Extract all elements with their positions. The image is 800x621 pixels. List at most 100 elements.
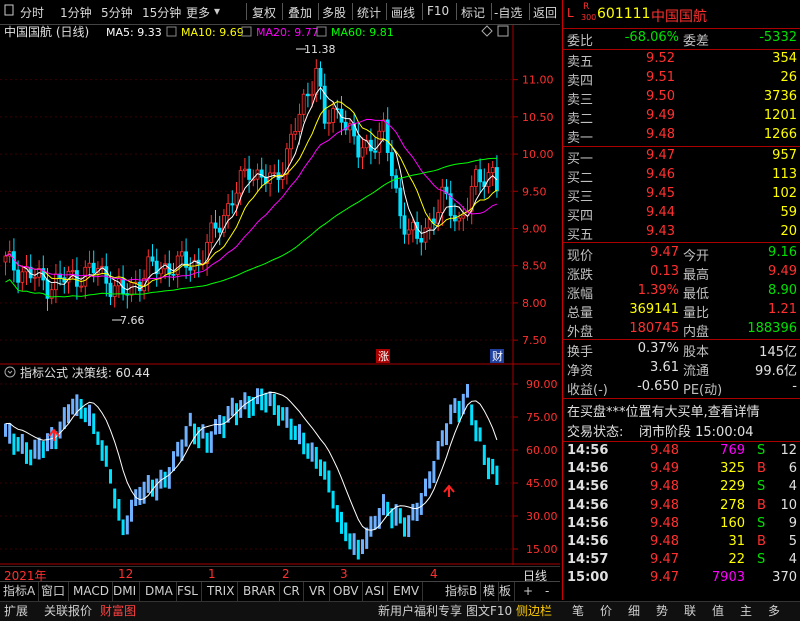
tick-row[interactable]: 14:56 9.49 325 B 6 [563, 461, 800, 479]
quote-stat-row[interactable]: 外盘 180745 内盘 188396 [563, 321, 800, 340]
ask-level-row[interactable]: 卖五 9.52 354 [563, 51, 800, 70]
tab-fsl[interactable]: FSL [174, 582, 202, 601]
new-user-benefit-link[interactable]: 新用户福利专享 [378, 602, 462, 621]
mark-button[interactable]: 标记 [461, 4, 485, 21]
fundamental-row[interactable]: 收益(-) -0.650 PE(动) - [563, 379, 800, 398]
period-tab-1min[interactable]: 1分钟 [60, 4, 92, 21]
fundamental-row[interactable]: 换手 0.37% 股本 145亿 [563, 341, 800, 360]
stock-code: 601111 [597, 6, 651, 22]
expand-button[interactable]: 扩展 [4, 602, 28, 621]
ask-level-row[interactable]: 卖三 9.50 3736 [563, 89, 800, 108]
bid-level-row[interactable]: 买一 9.47 957 [563, 148, 800, 167]
stat-label: 流通 [683, 364, 710, 379]
indicator-bar [424, 478, 427, 497]
main-icon[interactable]: 主 [740, 602, 752, 621]
tick-row[interactable]: 14:56 9.48 160 S 9 [563, 516, 800, 534]
value-icon[interactable]: 值 [712, 602, 724, 621]
sidebar-toggle-button[interactable]: 侧边栏 [516, 602, 552, 621]
big-order-notice[interactable]: 在买盘***位置有大买单,查看详情 [563, 401, 800, 421]
bid-level-row[interactable]: 买二 9.46 113 [563, 167, 800, 186]
wealth-chart-button[interactable]: 财富图 [100, 602, 136, 621]
bid-level-row[interactable]: 买四 9.44 59 [563, 205, 800, 224]
related-quotes-button[interactable]: 关联报价 [44, 602, 92, 621]
tick-row[interactable]: 14:56 9.48 229 S 4 [563, 479, 800, 497]
tick-row[interactable]: 14:56 9.48 769 S 12 [563, 443, 800, 461]
detail-icon[interactable]: 细 [628, 602, 640, 621]
tab-vr[interactable]: VR [306, 582, 330, 601]
period-tab-more[interactable]: 更多 [186, 4, 210, 21]
tick-row[interactable]: 14:56 9.48 278 B 10 [563, 498, 800, 516]
indicator-bar [289, 418, 293, 440]
quote-stat-row[interactable]: 总量 369141 量比 1.21 [563, 302, 800, 321]
weibi-row: 委比 -68.06% 委差 -5332 [567, 30, 797, 49]
multi-stock-button[interactable]: 多股 [322, 4, 346, 21]
link-icon[interactable]: 联 [684, 602, 696, 621]
tick-row[interactable]: 15:00 9.47 7903 370 [563, 570, 800, 588]
tab-obv[interactable]: OBV [330, 582, 363, 601]
f10-button[interactable]: F10 [427, 4, 449, 18]
tick-row[interactable]: 14:57 9.47 22 S 4 [563, 552, 800, 570]
price-icon[interactable]: 价 [600, 602, 612, 621]
tab-indicator-a[interactable]: 指标A [0, 582, 40, 601]
more-arrow-icon[interactable]: ▾ [214, 4, 220, 18]
bid-level-row[interactable]: 买五 9.43 20 [563, 224, 800, 243]
indicator-bar [146, 475, 150, 493]
quote-stat-row[interactable]: 现价 9.47 今开 9.16 [563, 245, 800, 264]
kline-chart[interactable]: 11.00 10.50 10.00 9.50 9.00 8.50 8.00 7.50 中国国航… [0, 24, 560, 365]
multi-icon[interactable]: 多 [768, 602, 780, 621]
fundamental-row[interactable]: 净资 3.61 流通 99.6亿 [563, 360, 800, 379]
tab-asi[interactable]: ASI [362, 582, 389, 601]
tab-board[interactable]: 板 [496, 582, 516, 601]
period-tab-fenshi[interactable]: 分时 [20, 4, 44, 21]
period-tab-5min[interactable]: 5分钟 [101, 4, 133, 21]
ask-volume: 3736 [763, 89, 797, 104]
tick-volume: 22 [728, 552, 745, 568]
tick-row[interactable]: 14:56 9.48 31 B 5 [563, 534, 800, 552]
zoom-in-button[interactable]: + [520, 582, 536, 601]
remove-watchlist-button[interactable]: -自选 [494, 4, 522, 21]
fuquan-button[interactable]: 复权 [252, 4, 276, 21]
bid-level-row[interactable]: 买三 9.45 102 [563, 186, 800, 205]
ask-level-row[interactable]: 卖二 9.49 1201 [563, 108, 800, 127]
quote-stat-row[interactable]: 涨幅 1.39% 最低 8.90 [563, 283, 800, 302]
bid-price: 9.44 [646, 205, 675, 220]
indicator-bar [155, 478, 159, 501]
indicator-bar [382, 494, 385, 516]
indicator-y-tick: 75.00 [526, 411, 558, 424]
indicator-bar [243, 392, 247, 410]
statistics-button[interactable]: 统计 [357, 4, 381, 21]
tab-dmi[interactable]: DMI [110, 582, 141, 601]
tab-macd[interactable]: MACD [70, 582, 113, 601]
tick-volume: 229 [720, 479, 745, 495]
tab-dma[interactable]: DMA [142, 582, 177, 601]
tab-emv[interactable]: EMV [390, 582, 424, 601]
zoom-out-button[interactable]: - [542, 582, 552, 601]
tab-window[interactable]: 窗口 [38, 582, 70, 601]
indicator-bar [331, 490, 335, 509]
period-tab-15min[interactable]: 15分钟 [142, 4, 181, 21]
tick-count: 9 [788, 515, 797, 531]
y-tick-label: 8.00 [522, 297, 547, 310]
draw-line-button[interactable]: 画线 [391, 4, 415, 21]
ask-level-row[interactable]: 卖四 9.51 26 [563, 70, 800, 89]
f10-graphic-button[interactable]: 图文F10 [466, 602, 512, 621]
tab-trix[interactable]: TRIX [204, 582, 239, 601]
tick-icon[interactable]: 笔 [572, 602, 584, 621]
indicator-bar [142, 481, 146, 504]
indicator-bar [113, 488, 117, 509]
indicator-bar [411, 503, 415, 521]
back-button[interactable]: 返回 [533, 4, 557, 21]
indicator-chart[interactable]: 90.00 75.00 60.00 45.00 30.00 15.00 指标公式 决策线:… [0, 365, 560, 565]
dropdown-marker-icon[interactable] [4, 4, 14, 19]
tab-cr[interactable]: CR [280, 582, 304, 601]
ask-label: 卖一 [567, 131, 594, 146]
ask-label: 卖四 [567, 74, 594, 89]
quote-stat-row[interactable]: 涨跌 0.13 最高 9.49 [563, 264, 800, 283]
indicator-bar [167, 467, 171, 489]
ask-level-row[interactable]: 卖一 9.48 1266 [563, 127, 800, 146]
tab-brar[interactable]: BRAR [240, 582, 280, 601]
stat-label: 现价 [567, 249, 594, 264]
overlay-button[interactable]: 叠加 [288, 4, 312, 21]
trend-icon[interactable]: 势 [656, 602, 668, 621]
tab-indicator-b[interactable]: 指标B [442, 582, 482, 601]
